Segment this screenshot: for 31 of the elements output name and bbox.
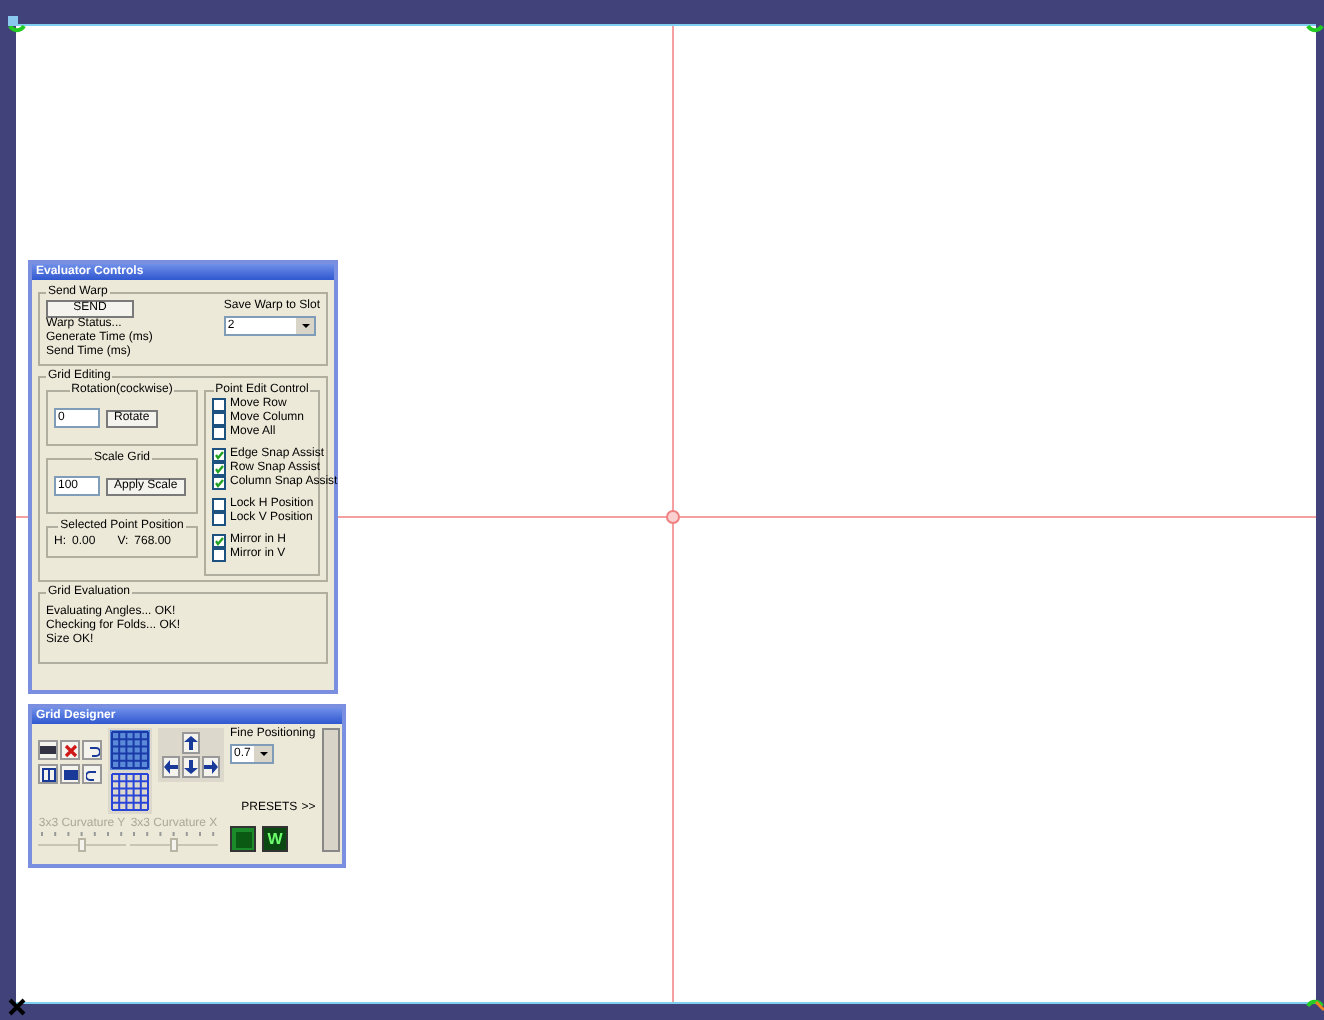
corner-handle-icon[interactable] <box>8 16 26 34</box>
right-arrow-icon[interactable] <box>202 756 220 778</box>
checkbox[interactable] <box>212 476 226 490</box>
redo-icon[interactable] <box>82 764 102 784</box>
checkbox[interactable] <box>212 534 226 548</box>
left-arrow-icon[interactable] <box>162 756 180 778</box>
caret-icon <box>256 746 272 762</box>
delete-icon[interactable] <box>60 740 80 760</box>
checkbox[interactable] <box>212 462 226 476</box>
w-preset-button[interactable]: W <box>262 826 288 852</box>
checkbox[interactable] <box>212 548 226 562</box>
corner-handle-icon[interactable] <box>1306 994 1324 1012</box>
undo-icon[interactable] <box>82 740 102 760</box>
sparse-grid-icon[interactable] <box>110 772 150 812</box>
checkbox[interactable] <box>212 512 226 526</box>
center-point-icon[interactable] <box>666 510 680 524</box>
checkbox[interactable] <box>212 412 226 426</box>
checkbox[interactable] <box>212 398 226 412</box>
checkbox[interactable] <box>212 498 226 512</box>
down-arrow-icon[interactable] <box>182 756 200 778</box>
checkbox[interactable] <box>212 448 226 462</box>
columns-icon[interactable] <box>38 764 58 784</box>
curvature-slider[interactable] <box>38 831 126 852</box>
checkbox[interactable] <box>212 426 226 440</box>
grid-preset-button[interactable] <box>230 826 256 852</box>
scroll-bar[interactable] <box>321 728 340 852</box>
close-icon[interactable] <box>8 998 26 1016</box>
caret-icon <box>297 318 314 334</box>
rows-icon[interactable] <box>60 764 80 784</box>
up-arrow-icon[interactable] <box>182 732 200 754</box>
curvature-slider[interactable] <box>130 831 218 852</box>
